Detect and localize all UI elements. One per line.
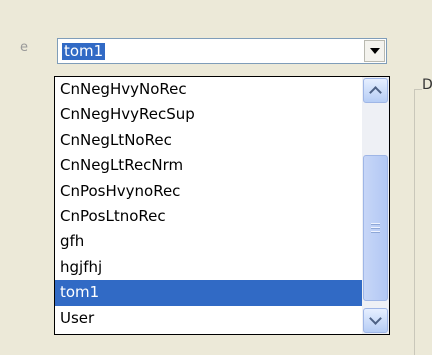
label-fragment-top: ' <box>40 0 43 5</box>
chevron-up-icon <box>369 86 382 99</box>
dropdown-list[interactable]: CnNegHvyNoRec CnNegHvyRecSup CnNegLtNoRe… <box>54 76 390 335</box>
scroll-up-button[interactable] <box>363 78 388 103</box>
scroll-down-button[interactable] <box>363 308 388 333</box>
grip-icon <box>371 223 380 225</box>
scrollbar-thumb[interactable] <box>363 155 388 301</box>
list-item[interactable]: CnNegLtNoRec <box>55 128 362 153</box>
vertical-scrollbar[interactable] <box>362 77 389 334</box>
combo-box[interactable]: tom1 <box>57 38 387 64</box>
list-item[interactable]: User <box>55 306 362 331</box>
chevron-down-icon <box>369 48 380 54</box>
list-item[interactable]: CnNegLtRecNrm <box>55 153 362 178</box>
list-item[interactable]: CnNegHvyRecSup <box>55 102 362 127</box>
chevron-down-icon <box>369 312 382 325</box>
groupbox-border-top <box>414 89 422 90</box>
groupbox-border-left <box>414 90 415 355</box>
label-fragment-left: e <box>20 40 28 55</box>
dropdown-toggle-button[interactable] <box>364 40 385 62</box>
list-item-selected[interactable]: tom1 <box>55 280 362 306</box>
list-item[interactable]: CnNegHvyNoRec <box>55 77 362 102</box>
list-item[interactable]: CnPosLtnoRec <box>55 204 362 229</box>
list-item[interactable]: CnPosHvynoRec <box>55 179 362 204</box>
dropdown-items: CnNegHvyNoRec CnNegHvyRecSup CnNegLtNoRe… <box>55 77 362 331</box>
list-item[interactable]: gfh <box>55 229 362 254</box>
groupbox-title-fragment: D <box>422 77 432 93</box>
list-item[interactable]: hgjfhj <box>55 255 362 280</box>
combo-selected-text[interactable]: tom1 <box>62 43 106 60</box>
